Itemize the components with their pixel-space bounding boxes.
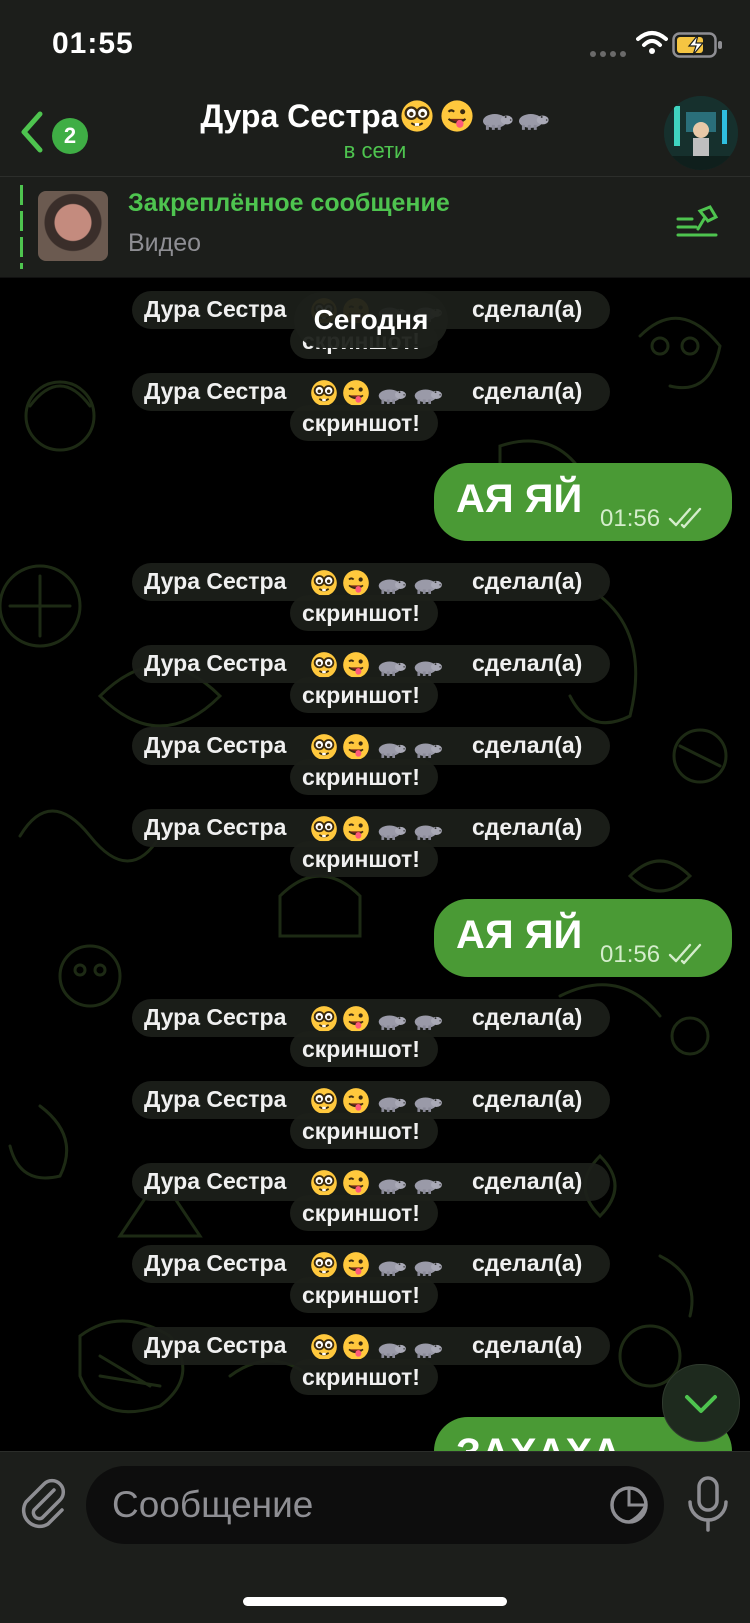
service-action: сделал(а) <box>472 650 583 676</box>
service-action: сделал(а) <box>472 1250 583 1276</box>
service-name: Дура Сестра <box>144 1004 287 1030</box>
service-line2: скриншот! <box>302 1200 420 1226</box>
service-line2: скриншот! <box>302 1036 420 1062</box>
composer-bar: Сообщение <box>0 1451 750 1623</box>
service-line2: скриншот! <box>302 1364 420 1390</box>
pinned-thumbnail <box>38 191 108 261</box>
service-name: Дура Сестра <box>144 1250 287 1276</box>
message-time: 01:56 <box>600 941 661 968</box>
chat-title[interactable]: Дура Сестра <box>0 98 750 141</box>
service-action: сделал(а) <box>472 732 583 758</box>
service-line2: скриншот! <box>302 682 420 708</box>
home-indicator <box>243 1597 507 1606</box>
status-time: 01:55 <box>52 27 134 60</box>
service-name: Дура Сестра <box>144 1332 287 1358</box>
service-action: сделал(а) <box>472 568 583 594</box>
service-line2: скриншот! <box>302 764 420 790</box>
service-action: сделал(а) <box>472 814 583 840</box>
outgoing-message-bubble[interactable]: АЯ ЯЙ 01:56 <box>434 463 732 541</box>
service-action: сделал(а) <box>472 1332 583 1358</box>
pinned-indicator <box>20 185 23 269</box>
service-action: сделал(а) <box>472 378 583 404</box>
message-text: АЯ ЯЙ <box>456 477 583 521</box>
pinned-message-bar[interactable]: Закреплённое сообщение Видео <box>0 176 750 278</box>
date-separator: Сегодня <box>294 292 448 348</box>
service-line2: скриншот! <box>302 1118 420 1144</box>
chat-status: в сети <box>343 138 407 163</box>
service-name: Дура Сестра <box>144 1168 287 1194</box>
service-name: Дура Сестра <box>144 814 287 840</box>
double-check-icon <box>668 943 702 965</box>
service-name: Дура Сестра <box>144 732 287 758</box>
service-action: сделал(а) <box>472 1086 583 1112</box>
message-input[interactable]: Сообщение <box>86 1466 664 1544</box>
pinned-subtitle: Видео <box>128 229 202 257</box>
service-name: Дура Сестра <box>144 378 287 404</box>
message-placeholder: Сообщение <box>112 1484 314 1525</box>
service-name: Дура Сестра <box>144 1086 287 1112</box>
service-line2: скриншот! <box>302 846 420 872</box>
message-text: АЯ ЯЙ <box>456 913 583 957</box>
sticker-icon[interactable] <box>608 1484 650 1526</box>
chevron-down-icon <box>685 1395 717 1413</box>
battery-charging-icon <box>672 32 722 58</box>
signal-icon <box>590 44 630 62</box>
chat-title-text: Дура Сестра <box>200 98 399 134</box>
outgoing-message-bubble[interactable]: АЯ ЯЙ 01:56 <box>434 899 732 977</box>
message-time: 01:56 <box>600 505 661 532</box>
service-name: Дура Сестра <box>144 296 287 322</box>
service-line2: скриншот! <box>302 600 420 626</box>
service-line2: скриншот! <box>302 410 420 436</box>
wifi-icon <box>636 31 668 54</box>
service-name: Дура Сестра <box>144 650 287 676</box>
service-action: сделал(а) <box>472 296 583 322</box>
pin-list-icon[interactable] <box>676 205 720 245</box>
avatar[interactable] <box>664 96 738 170</box>
service-line2: скриншот! <box>302 1282 420 1308</box>
service-action: сделал(а) <box>472 1004 583 1030</box>
double-check-icon <box>668 507 702 529</box>
service-action: сделал(а) <box>472 1168 583 1194</box>
pinned-title: Закреплённое сообщение <box>128 189 450 217</box>
title-emoji <box>398 98 549 134</box>
chat-header: 2 Дура Сестра в сети <box>0 86 750 176</box>
attach-icon[interactable] <box>18 1476 68 1532</box>
service-name: Дура Сестра <box>144 568 287 594</box>
scroll-to-bottom-button[interactable] <box>662 1364 740 1442</box>
mic-icon[interactable] <box>686 1476 730 1534</box>
status-bar: 01:55 <box>0 0 750 86</box>
